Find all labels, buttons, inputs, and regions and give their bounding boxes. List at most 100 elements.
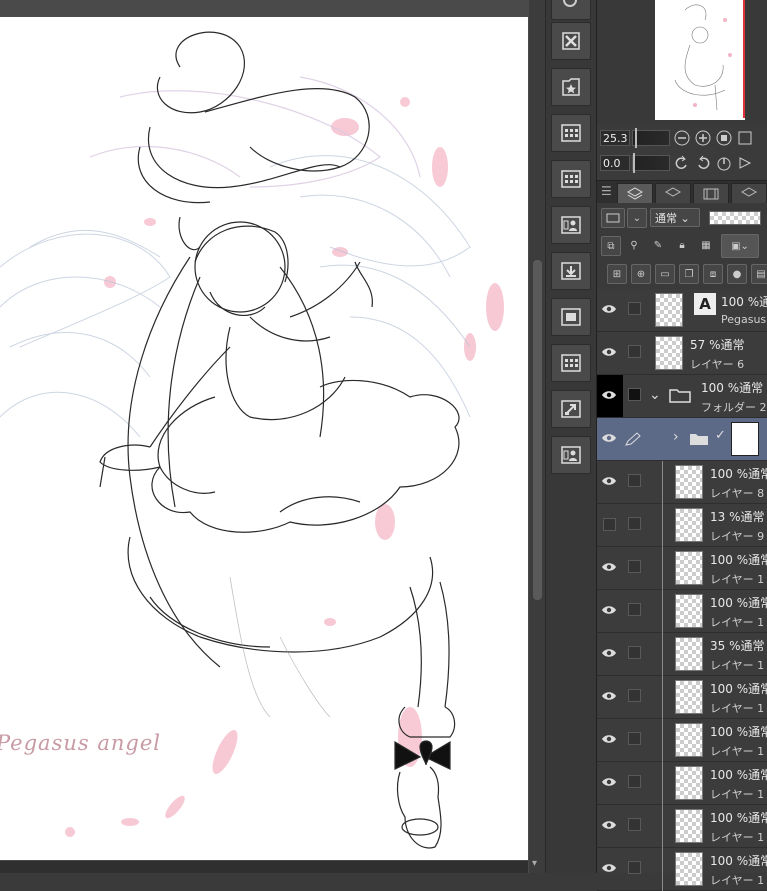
eye-icon[interactable] <box>601 862 617 874</box>
rotate-slider[interactable] <box>632 153 670 173</box>
eye-icon[interactable] <box>601 647 617 659</box>
hidden-eye-slot[interactable] <box>603 518 616 531</box>
fit-view-icon[interactable] <box>715 129 733 147</box>
edit-lock-toggle[interactable] <box>628 345 641 358</box>
zoom-icon[interactable] <box>551 0 591 20</box>
layer-row[interactable]: 100 %通常 レイヤー 1 <box>597 848 767 891</box>
flip-icon[interactable] <box>736 154 754 172</box>
edit-lock-toggle[interactable] <box>628 646 641 659</box>
transparency-lock-icon[interactable]: ▦ <box>697 236 715 254</box>
eye-icon[interactable] <box>601 561 617 573</box>
eye-icon[interactable] <box>601 819 617 831</box>
layer-row[interactable]: 100 %通常 レイヤー 1 <box>597 676 767 719</box>
grid-icon[interactable] <box>551 114 591 152</box>
grid-icon[interactable] <box>551 160 591 198</box>
edit-lock-toggle[interactable] <box>628 775 641 788</box>
lock-icon[interactable]: 🔒︎ <box>673 236 691 254</box>
layer-row[interactable]: 100 %通常 レイヤー 1 <box>597 805 767 848</box>
eye-icon[interactable] <box>601 303 617 315</box>
zoom-out-icon[interactable] <box>673 129 691 147</box>
edit-lock-toggle[interactable] <box>628 560 641 573</box>
import-icon[interactable] <box>551 252 591 290</box>
eye-icon[interactable] <box>601 690 617 702</box>
tab-layer-search[interactable] <box>731 183 767 204</box>
layer-name: レイヤー 1 <box>710 874 765 887</box>
layer-row[interactable]: 100 %通常 レイヤー 8 の <box>597 461 767 504</box>
edit-lock-toggle[interactable] <box>628 818 641 831</box>
tab-layer-property[interactable] <box>655 183 691 204</box>
chevron-down-icon[interactable]: ⌄ <box>649 387 661 403</box>
layer-row[interactable]: 100 %通常 レイヤー 1 <box>597 590 767 633</box>
eye-icon[interactable] <box>601 776 617 788</box>
rotate-field[interactable]: 0.0 <box>600 155 630 171</box>
more-icon[interactable] <box>736 129 754 147</box>
eye-icon[interactable] <box>601 475 617 487</box>
edit-lock-toggle[interactable] <box>628 474 641 487</box>
edit-lock-toggle[interactable] <box>628 302 641 315</box>
new-folder-icon[interactable]: ▭ <box>655 264 675 284</box>
layer-row[interactable]: 100 %通常 レイヤー 1 <box>597 547 767 590</box>
person-icon[interactable] <box>551 436 591 474</box>
apply-mask-icon[interactable]: ▤ <box>751 264 767 284</box>
canvas-area[interactable]: Pegasus angel <box>0 0 548 873</box>
layer-color-button[interactable] <box>601 208 625 228</box>
eye-icon[interactable] <box>601 346 617 358</box>
new-raster-layer-icon[interactable]: ⊞ <box>607 264 627 284</box>
film-icon <box>703 188 719 200</box>
layer-row[interactable]: A 100 %通常 Pegasus a <box>597 289 767 332</box>
zoom-in-icon[interactable] <box>694 129 712 147</box>
zoom-slider[interactable] <box>632 128 670 148</box>
chevron-down-icon[interactable]: ⌄ <box>627 208 647 228</box>
layer-row[interactable]: 35 %通常 レイヤー 1 <box>597 633 767 676</box>
blend-mode-select[interactable]: 通常 ⌄ <box>650 208 700 227</box>
layer-row[interactable]: 100 %通常 レイヤー 1 <box>597 719 767 762</box>
grid-icon[interactable] <box>551 344 591 382</box>
edit-lock-toggle[interactable] <box>628 732 641 745</box>
layer-opacity-mode: 57 %通常 <box>690 338 745 352</box>
merge-down-icon[interactable]: ⧈ <box>703 264 723 284</box>
scroll-down-arrow-icon[interactable]: ▾ <box>532 858 537 869</box>
image-icon[interactable] <box>551 298 591 336</box>
vertical-scrollbar[interactable]: ▾ <box>529 0 545 873</box>
rotate-right-icon[interactable] <box>694 154 712 172</box>
opacity-slider[interactable] <box>709 211 761 225</box>
new-vector-layer-icon[interactable]: ⊕ <box>631 264 651 284</box>
layer-thumbnail <box>675 465 703 499</box>
tab-layers[interactable] <box>617 183 653 204</box>
canvas-paper[interactable]: Pegasus angel <box>0 17 528 860</box>
eye-icon[interactable] <box>601 389 617 401</box>
eye-icon[interactable] <box>601 733 617 745</box>
layer-mask-icon[interactable]: ● <box>727 264 747 284</box>
zoom-field[interactable]: 25.3 <box>600 130 630 146</box>
chevron-right-icon[interactable]: › <box>673 429 679 445</box>
navigator-view-frame[interactable] <box>743 0 745 118</box>
rotate-left-icon[interactable] <box>673 154 691 172</box>
edit-lock-toggle[interactable] <box>628 388 641 401</box>
edit-lock-toggle[interactable] <box>628 689 641 702</box>
mask-toggle-icon[interactable]: ▣⌄ <box>721 234 759 258</box>
favorite-star-icon[interactable] <box>551 68 591 106</box>
edit-lock-toggle[interactable] <box>628 517 641 530</box>
close-icon[interactable] <box>551 22 591 60</box>
scrollbar-thumb[interactable] <box>533 260 542 600</box>
reference-layer-icon[interactable]: ⚲ <box>625 236 643 254</box>
navigator-preview[interactable] <box>655 0 745 120</box>
export-icon[interactable] <box>551 390 591 428</box>
layer-row[interactable]: 100 %通常 レイヤー 1 <box>597 762 767 805</box>
horizontal-scrollbar[interactable] <box>0 861 528 873</box>
edit-lock-toggle[interactable] <box>628 603 641 616</box>
tab-animation[interactable] <box>693 183 729 204</box>
duplicate-layer-icon[interactable]: ❐ <box>679 264 699 284</box>
folder-row[interactable]: ⌄ 100 %通常 フォルダー 2 <box>597 375 767 418</box>
draft-layer-icon[interactable]: ✎ <box>649 236 667 254</box>
eye-icon[interactable] <box>601 604 617 616</box>
tab-menu-icon[interactable]: ☰ <box>601 184 612 198</box>
clip-layer-icon[interactable]: ⧉ <box>601 236 621 256</box>
edit-lock-toggle[interactable] <box>628 861 641 874</box>
layer-row[interactable]: 57 %通常 レイヤー 6 <box>597 332 767 375</box>
reset-rotation-icon[interactable] <box>715 154 733 172</box>
person-icon[interactable] <box>551 206 591 244</box>
layer-row[interactable]: 13 %通常 レイヤー 9 <box>597 504 767 547</box>
subfolder-row-selected[interactable]: › ✓ <box>597 418 767 461</box>
eye-icon[interactable] <box>601 432 617 444</box>
